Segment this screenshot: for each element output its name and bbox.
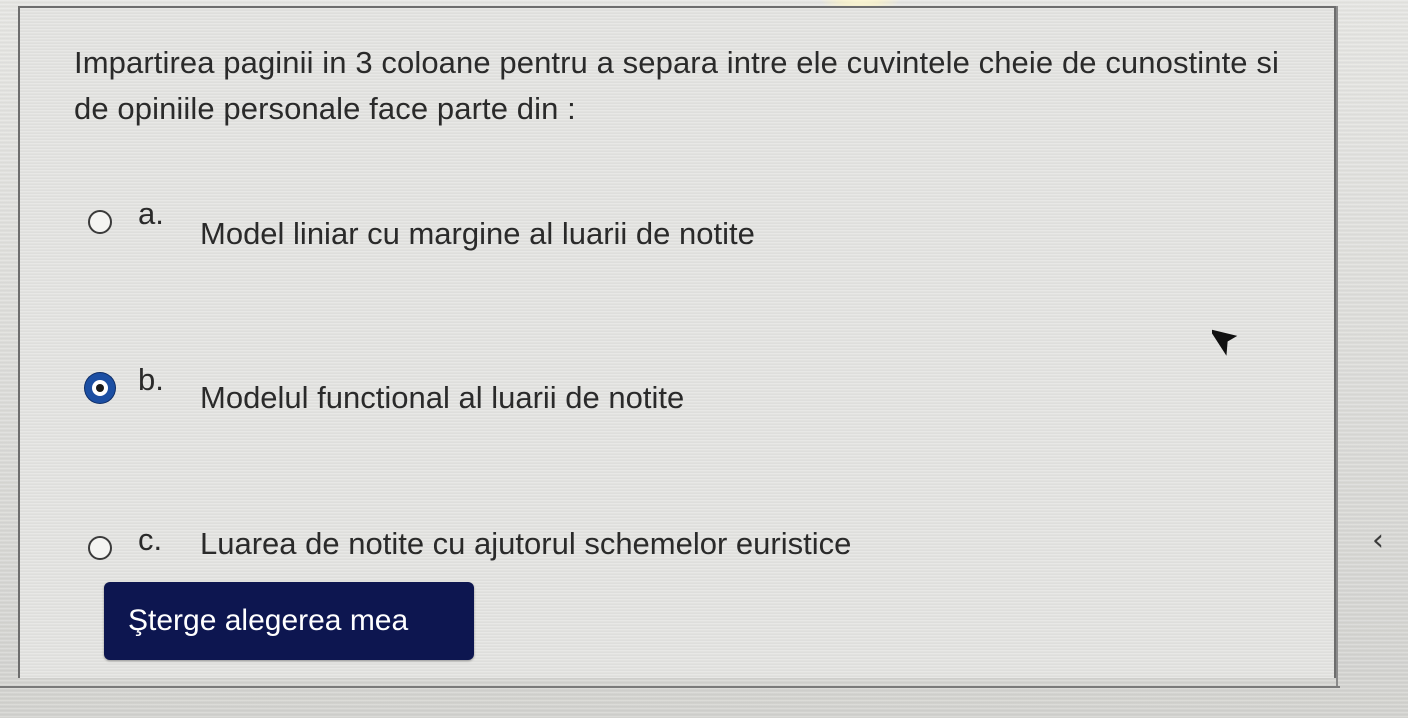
question-text: Impartirea paginii in 3 coloane pentru a… — [74, 45, 1279, 126]
option-c-label[interactable]: Luarea de notite cu ajutorul schemelor e… — [200, 526, 851, 562]
option-a-label[interactable]: Model liniar cu margine al luarii de not… — [200, 216, 755, 252]
option-b-label[interactable]: Modelul functional al luarii de notite — [200, 380, 684, 416]
screen: Impartirea paginii in 3 coloane pentru a… — [0, 0, 1408, 718]
card-right-border — [1336, 6, 1338, 688]
option-b-letter: b. — [138, 362, 164, 397]
option-a-letter: a. — [138, 196, 164, 231]
mouse-cursor-icon — [1212, 329, 1238, 356]
option-c-radio[interactable] — [88, 536, 112, 560]
option-c-letter: c. — [138, 522, 163, 557]
option-a-radio[interactable] — [88, 210, 112, 234]
card-bottom-border — [0, 686, 1340, 688]
question-card: Impartirea paginii in 3 coloane pentru a… — [18, 6, 1336, 678]
clear-choice-button[interactable]: Şterge alegerea mea — [104, 582, 474, 660]
chevron-left-icon[interactable]: ‹ — [1372, 523, 1384, 558]
option-b-radio[interactable] — [85, 373, 115, 403]
